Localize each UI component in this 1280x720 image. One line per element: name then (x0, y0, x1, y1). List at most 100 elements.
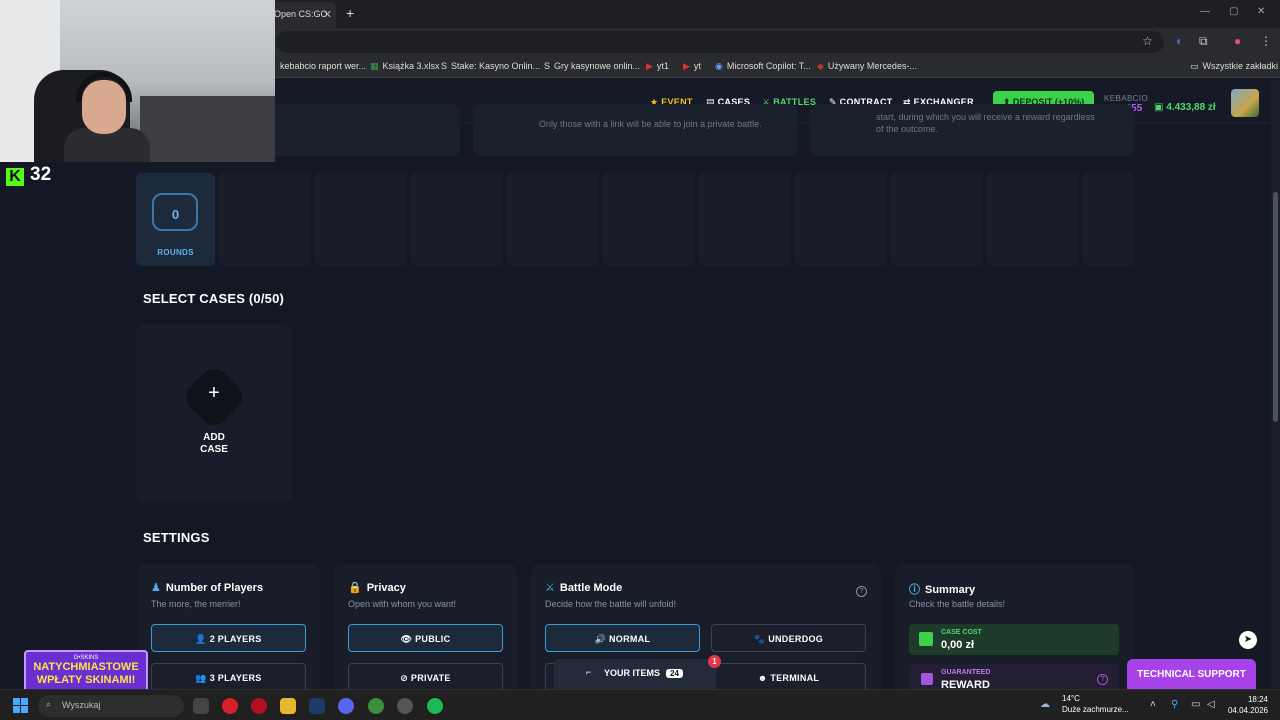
two-players-button[interactable]: 👤 2 PLAYERS (151, 624, 306, 652)
your-items-button[interactable]: ⌐ YOUR ITEMS 24 (554, 659, 716, 689)
add-case-label: ADD CASE (200, 432, 228, 455)
case-slot (987, 173, 1079, 266)
private-info-text: Only those with a link will be able to j… (539, 119, 762, 129)
menu-icon[interactable]: ⋮ (1260, 34, 1272, 48)
avatar[interactable] (1231, 89, 1259, 117)
file-explorer-icon[interactable] (280, 698, 296, 714)
kick-logo-icon: K (6, 168, 24, 186)
bookmark-item[interactable]: S Stake: Kasyno Onlin... (441, 61, 540, 71)
terminal-info-text: start, during which you will receive a r… (876, 112, 1095, 122)
clock-date: 04.04.2026 (1227, 706, 1268, 715)
window-close-icon[interactable]: ✕ (1257, 6, 1265, 17)
steam-icon[interactable] (309, 698, 325, 714)
viewer-counter: K 32 (6, 164, 51, 186)
scrollbar[interactable] (1271, 80, 1280, 688)
bookmark-item[interactable]: ◉ Microsoft Copilot: T... (715, 61, 811, 72)
windows-start-icon[interactable] (13, 698, 28, 713)
underdog-mode-button[interactable]: 🐾 UNDERDOG (711, 624, 866, 652)
add-case-button[interactable]: + ADD CASE (136, 324, 292, 503)
taskbar: ⌕ Wyszukaj ☁ 14°C Duże zachmurze... ˄ ⚲ … (0, 689, 1280, 720)
spotify-icon[interactable] (427, 698, 443, 714)
webcam-overlay (0, 0, 275, 162)
players-title: Number of Players (165, 582, 264, 594)
new-tab-button[interactable]: + (346, 5, 354, 21)
chevron-up-icon[interactable]: ˄ (1150, 699, 1156, 710)
search-icon: ⌕ (46, 699, 52, 709)
public-button[interactable]: 👁 PUBLIC (348, 624, 503, 652)
bookmark-item[interactable]: ▦ Książka 3.xlsx (370, 61, 440, 72)
promo-line: WPŁATY SKINAMI! (36, 674, 136, 686)
help-icon[interactable]: ? (1097, 674, 1108, 685)
mic-icon[interactable]: ⚲ (1171, 699, 1178, 710)
weather-widget[interactable]: 14°C Duże zachmurze... (1062, 693, 1129, 715)
opera-gx-icon[interactable] (251, 698, 267, 714)
private-button[interactable]: ⊘ PRIVATE (348, 663, 503, 691)
obs-icon[interactable] (397, 698, 413, 714)
case-cost-box: CASE COST 0,00 zł (909, 624, 1119, 655)
privacy-subtitle: Open with whom you want! (348, 599, 457, 609)
your-items-count: 24 (666, 669, 683, 678)
plus-icon: + (208, 382, 220, 404)
taskbar-search[interactable]: ⌕ Wyszukaj (38, 695, 184, 717)
speaker-icon[interactable]: ◁ (1207, 699, 1215, 710)
case-slot (507, 173, 599, 266)
viewer-count: 32 (30, 164, 52, 185)
three-players-button[interactable]: 👥 3 PLAYERS (151, 663, 306, 691)
search-placeholder: Wyszukaj (62, 700, 101, 710)
promo-brand: G•SKINS (73, 655, 99, 661)
tab-title: Open CS:GO (274, 9, 328, 19)
profile-icon[interactable]: ● (1234, 34, 1241, 48)
guaranteed-label: GUARANTEED (941, 669, 991, 676)
help-icon[interactable]: ? (856, 586, 867, 597)
monitor-icon[interactable]: ▭ (1191, 699, 1200, 710)
puzzle-icon[interactable]: ⧉ (1199, 34, 1208, 49)
discord-icon[interactable] (338, 698, 354, 714)
info-card-terminal: start, during which you will receive a r… (810, 104, 1134, 156)
rounds-count: 0 (171, 207, 180, 222)
bookmark-item[interactable]: kebabcio raport wer... (280, 61, 366, 71)
promo-line: NATYCHMIASTOWE (33, 661, 139, 673)
swords-icon: ⚔ (545, 582, 555, 594)
select-cases-title: SELECT CASES (0/50) (143, 291, 285, 306)
extension-icon[interactable]: ◐ (1176, 34, 1183, 48)
url-input[interactable] (276, 31, 1164, 53)
maximize-icon[interactable]: ▢ (1229, 6, 1238, 17)
cash-icon (919, 632, 933, 646)
all-bookmarks[interactable]: ▭ Wszystkie zakładki (1190, 61, 1278, 72)
copilot-icon: ◉ (715, 61, 723, 71)
case-slot (603, 173, 695, 266)
opera-icon[interactable] (222, 698, 238, 714)
case-slot (315, 173, 407, 266)
info-icon: ⓘ (909, 584, 920, 596)
bookmark-item[interactable]: ▶ yt (683, 61, 701, 72)
clock-time: 18:24 (1247, 695, 1268, 704)
stake-icon: S (544, 61, 551, 71)
terminal-mode-button[interactable]: ☻ TERMINAL (711, 663, 866, 691)
send-icon[interactable]: ➤ (1239, 631, 1257, 649)
youtube-icon: ▶ (646, 61, 653, 71)
privacy-title: Privacy (366, 582, 406, 594)
info-card-private: Only those with a link will be able to j… (473, 104, 797, 156)
chrome-icon[interactable] (368, 698, 384, 714)
case-cost-value: 0,00 zł (941, 639, 975, 651)
weather-icon[interactable]: ☁ (1040, 699, 1050, 710)
lock-icon: 🔒 (348, 582, 362, 594)
star-icon[interactable]: ☆ (1142, 34, 1153, 48)
technical-support-button[interactable]: TECHNICAL SUPPORT (1127, 659, 1256, 689)
bookmark-item[interactable]: ◆ Używany Mercedes-... (817, 61, 917, 72)
username: KEBABCIO (1104, 94, 1149, 103)
bookmark-item[interactable]: ▶ yt1 (646, 61, 669, 72)
scroll-thumb[interactable] (1273, 192, 1278, 422)
players-subtitle: The more, the merrier! (151, 599, 241, 609)
settings-title: SETTINGS (143, 530, 210, 545)
minimize-icon[interactable]: — (1200, 6, 1210, 17)
bookmark-item[interactable]: S Gry kasynowe onlin... (544, 61, 640, 71)
summary-subtitle: Check the battle details! (909, 599, 1006, 609)
task-view-icon[interactable] (193, 698, 209, 714)
normal-mode-button[interactable]: 🔊 NORMAL (545, 624, 700, 652)
case-slot (411, 173, 503, 266)
tab-close-icon[interactable]: ✕ (323, 8, 332, 21)
clock[interactable]: 18:24 04.04.2026 (1226, 694, 1268, 716)
wallet-balance: ▣ 4.433,88 zł (1154, 102, 1216, 113)
gun-icon: ⌐ (586, 667, 592, 677)
